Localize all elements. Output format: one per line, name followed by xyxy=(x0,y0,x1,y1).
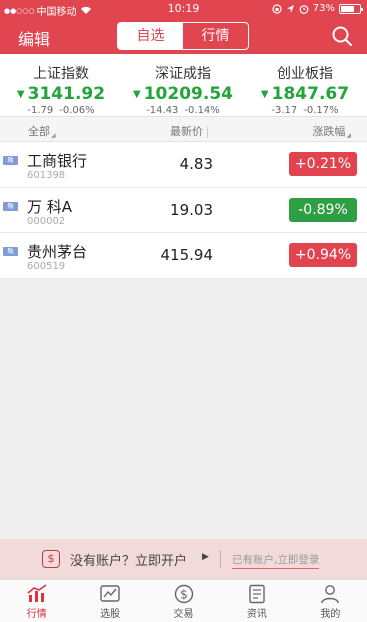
index-strip: 上证指数 ▼ 3141.92 -1.79 -0.06% 深证成指 ▼ 10209.54… xyxy=(0,54,367,116)
tab-quotes[interactable]: 行情 xyxy=(0,580,73,622)
tab-market[interactable]: 行情 xyxy=(183,23,248,49)
down-arrow-icon: ▼ xyxy=(133,88,141,100)
index-value-row: ▼ 1847.67 xyxy=(244,84,366,104)
index-shanghai[interactable]: 上证指数 ▼ 3141.92 -1.79 -0.06% xyxy=(0,54,122,116)
tab-label: 我的 xyxy=(320,609,341,620)
stock-list: 融 工商银行 601398 4.83 +0.21% 融 万 科A 000002 … xyxy=(0,142,367,279)
account-banner: $ 没有账户？立即开户 ▶ 已有账户,立即登录 xyxy=(0,539,367,579)
stock-name: 万 科A xyxy=(27,197,73,216)
status-right: 73% xyxy=(272,3,363,14)
column-change[interactable]: 涨跌幅◢ xyxy=(312,123,351,139)
index-name: 创业板指 xyxy=(277,66,333,82)
index-value-row: ▼ 10209.54 xyxy=(122,84,244,104)
margin-tag: 融 xyxy=(3,156,18,165)
battery-fill xyxy=(341,5,354,12)
column-header: 全部◢ 最新价 涨跌幅◢ xyxy=(0,116,367,142)
stock-picker-icon xyxy=(100,585,120,602)
segmented-control: 自选 行情 xyxy=(117,22,249,50)
index-value-row: ▼ 3141.92 xyxy=(0,84,122,104)
index-value: 1847.67 xyxy=(271,84,350,104)
index-percent: -0.06% xyxy=(59,105,95,116)
index-percent: -0.17% xyxy=(303,105,339,116)
open-account-link[interactable]: 没有账户？立即开户 xyxy=(70,550,187,569)
alarm-icon xyxy=(299,4,309,14)
tab-label: 行情 xyxy=(26,609,47,620)
index-name: 深证成指 xyxy=(155,66,211,82)
index-change: -1.79 xyxy=(27,105,54,116)
index-change-row: -1.79 -0.06% xyxy=(0,105,122,116)
news-icon xyxy=(249,584,265,604)
bottom-tab-bar: 行情 选股 $ 交易 资讯 我的 xyxy=(0,579,367,622)
tab-news[interactable]: 资讯 xyxy=(220,580,293,622)
login-link[interactable]: 已有账户,立即登录 xyxy=(232,552,320,569)
stock-price: 19.03 xyxy=(170,200,213,219)
index-change-row: -3.17 -0.17% xyxy=(244,105,366,116)
stock-row[interactable]: 融 万 科A 000002 19.03 -0.89% xyxy=(0,188,367,233)
index-change-row: -14.43 -0.14% xyxy=(122,105,244,116)
nav-bar: 编辑 自选 行情 xyxy=(0,18,367,54)
stock-code: 600519 xyxy=(27,261,66,272)
edit-button[interactable]: 编辑 xyxy=(18,26,50,50)
tab-trade[interactable]: $ 交易 xyxy=(147,580,220,622)
user-icon xyxy=(321,585,340,604)
index-value: 3141.92 xyxy=(27,84,106,104)
rotation-lock-icon xyxy=(272,3,282,14)
stock-row[interactable]: 融 贵州茅台 600519 415.94 +0.94% xyxy=(0,233,367,279)
location-icon xyxy=(286,4,294,13)
index-change: -3.17 xyxy=(271,105,298,116)
dollar-icon: $ xyxy=(42,550,60,568)
down-arrow-icon: ▼ xyxy=(16,88,25,100)
index-name: 上证指数 xyxy=(33,66,89,82)
stock-price: 4.83 xyxy=(179,155,213,173)
stock-change-badge[interactable]: +0.21% xyxy=(289,152,357,176)
index-change: -14.43 xyxy=(146,105,179,116)
divider xyxy=(220,550,221,568)
sort-triangle-icon: ◢ xyxy=(51,132,56,139)
stock-change-badge[interactable]: -0.89% xyxy=(289,197,357,222)
stock-row[interactable]: 融 工商银行 601398 4.83 +0.21% xyxy=(0,142,367,188)
stock-code: 601398 xyxy=(27,170,66,181)
tab-label: 资讯 xyxy=(246,609,267,620)
dollar-coin-icon: $ xyxy=(174,584,193,604)
svg-text:$: $ xyxy=(180,588,188,602)
tab-profile[interactable]: 我的 xyxy=(294,580,367,622)
column-change-label: 涨跌幅 xyxy=(312,125,346,138)
battery-percent: 73% xyxy=(312,3,335,14)
tab-stock-picker[interactable]: 选股 xyxy=(73,580,146,622)
column-price-label: 最新价 xyxy=(170,125,203,138)
stock-price: 415.94 xyxy=(160,246,214,264)
index-chinext[interactable]: 创业板指 ▼ 1847.67 -3.17 -0.17% xyxy=(244,54,366,116)
tab-label: 交易 xyxy=(173,609,194,620)
battery-icon xyxy=(339,3,363,14)
tab-label: 选股 xyxy=(100,609,121,620)
sort-triangle-icon: ◢ xyxy=(346,132,351,139)
stock-name: 贵州茅台 xyxy=(27,243,88,261)
margin-tag: 融 xyxy=(3,247,18,256)
down-arrow-icon: ▼ xyxy=(260,88,269,100)
play-arrow-icon: ▶ xyxy=(202,552,209,562)
margin-tag: 融 xyxy=(3,201,18,211)
column-all-label: 全部 xyxy=(28,125,50,138)
index-shenzhen[interactable]: 深证成指 ▼ 10209.54 -14.43 -0.14% xyxy=(122,54,244,116)
stock-change-badge[interactable]: +0.94% xyxy=(289,243,357,267)
column-price[interactable]: 最新价 xyxy=(170,123,208,139)
stock-code: 000002 xyxy=(27,215,66,227)
column-all[interactable]: 全部◢ xyxy=(28,123,56,139)
status-bar: ●●○○○ 中国移动 10:19 73% xyxy=(0,0,367,18)
tab-watchlist[interactable]: 自选 xyxy=(118,23,183,49)
index-value: 10209.54 xyxy=(143,84,233,104)
stock-name: 工商银行 xyxy=(27,152,88,170)
market-chart-icon xyxy=(27,584,47,602)
index-percent: -0.14% xyxy=(184,105,220,116)
column-divider xyxy=(207,126,208,138)
search-icon[interactable] xyxy=(331,25,353,47)
